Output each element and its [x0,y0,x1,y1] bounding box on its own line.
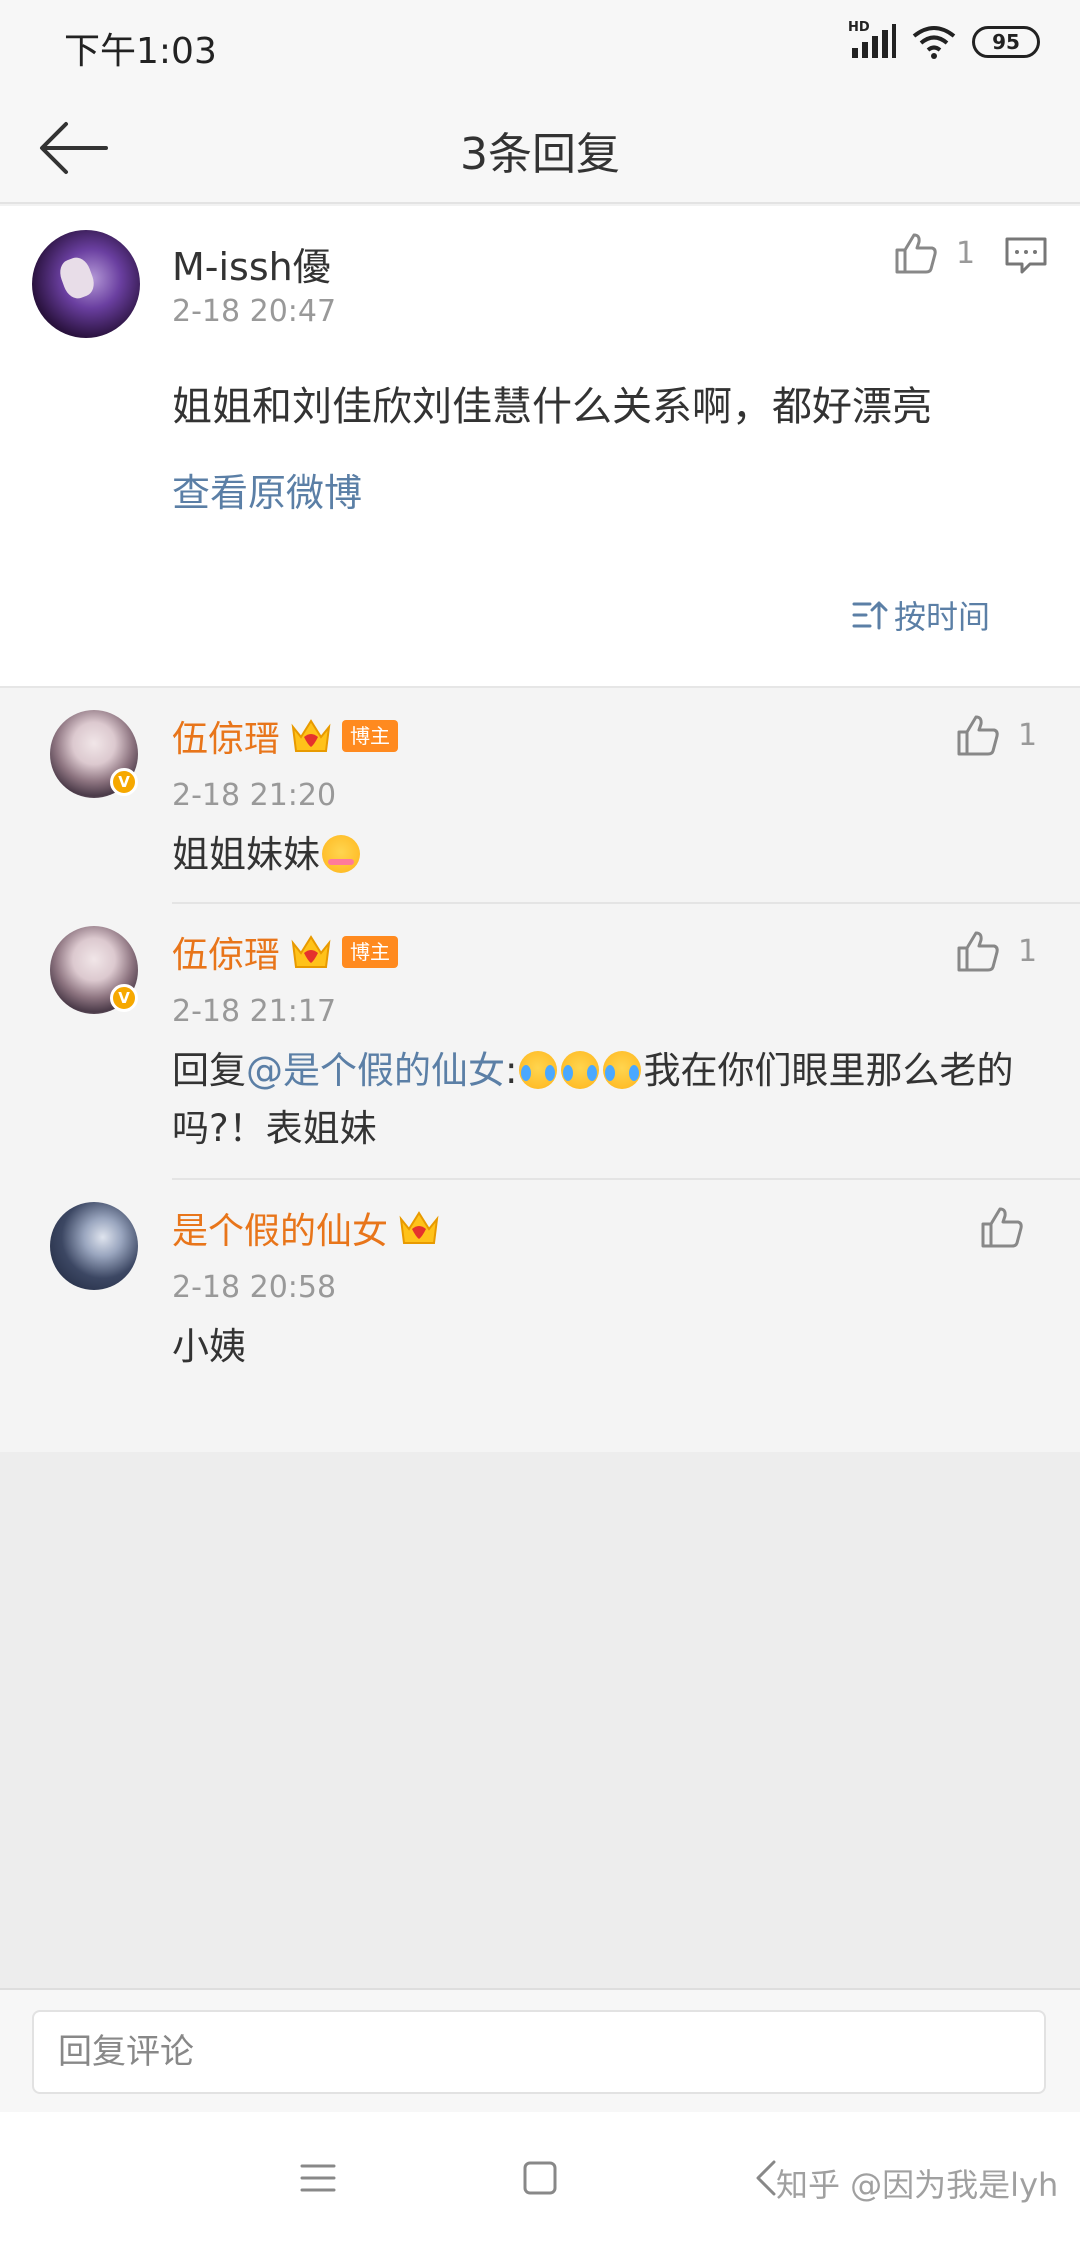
like-button[interactable] [980,1206,1024,1248]
blogger-badge: 博主 [342,936,399,968]
reply-username[interactable]: 伍倞瑨 [172,710,280,762]
crown-icon [291,719,331,752]
reply-text: 回复@是个假的仙女: 我在你们眼里那么老的吗?！表姐妹 [172,1042,1040,1158]
reply-username-row[interactable]: 伍倞瑨 博主 [172,926,399,978]
reply-input-bar [0,1988,1080,2112]
watermark: 知乎 @因为我是lyh [776,2166,1059,2204]
blogger-badge: 博主 [342,720,399,752]
comment-time: 2-18 20:47 [172,294,337,329]
like-count: 1 [956,235,976,271]
comment-username[interactable]: M-issh優 [172,236,331,291]
avatar[interactable] [50,1202,138,1290]
reply-text: 小姨 [172,1325,246,1368]
empty-area [0,1452,1080,1988]
reply-comment-input[interactable] [32,2010,1046,2094]
shy-emoji-icon [322,835,360,873]
reply-item: V 伍倞瑨 博主 2-18 21:20 1 姐姐妹妹 [0,688,1080,904]
verified-badge-icon: V [110,768,138,796]
like-count: 1 [1018,933,1038,969]
home-square-icon[interactable] [518,2156,562,2200]
reply-prefix: 回复 [172,1049,246,1092]
laugh-cry-emoji-icon [603,1051,642,1089]
sort-label: 按时间 [894,598,991,636]
wifi-icon [912,26,956,59]
menu-icon[interactable] [296,2156,340,2200]
reply-colon: : [505,1049,518,1092]
reply-time: 2-18 21:17 [172,994,337,1029]
laugh-cry-emoji-icon [519,1051,558,1089]
like-button[interactable]: 1 [956,930,1037,972]
reply-text: 姐姐妹妹 [172,826,1040,884]
crown-icon [291,935,331,968]
verified-badge-icon: V [110,984,138,1012]
comment-text: 姐姐和刘佳欣刘佳慧什么关系啊，都好漂亮 [172,384,932,430]
thumbs-up-icon [981,1207,1023,1248]
comment-icon[interactable] [1004,236,1048,276]
thumbs-up-icon [895,233,937,274]
signal-icon: HD [848,20,896,60]
reply-username-row[interactable]: 伍倞瑨 博主 [172,710,399,762]
page-title: 3条回复 [460,129,620,180]
battery-indicator: 95 [972,26,1040,58]
reply-text-body: 姐姐妹妹 [172,833,320,876]
like-button[interactable]: 1 [894,232,975,274]
reply-username[interactable]: 伍倞瑨 [172,926,280,978]
reply-username[interactable]: 是个假的仙女 [172,1202,388,1254]
sort-by-time-button[interactable]: 按时间 [852,592,990,638]
avatar[interactable] [32,230,140,338]
sort-icon [852,601,888,630]
nav-bar: 3条回复 [0,92,1080,204]
status-time: 下午1:03 [64,31,217,72]
reply-time: 2-18 21:20 [172,778,337,813]
view-original-link[interactable]: 查看原微博 [172,462,362,517]
mention-link[interactable]: @是个假的仙女 [246,1049,505,1092]
like-button[interactable]: 1 [956,714,1037,756]
thumbs-up-icon [957,715,999,756]
thumbs-up-icon [957,931,999,972]
main-comment: M-issh優 2-18 20:47 1 姐姐和刘佳欣刘佳慧什么关系啊，都好漂亮… [0,206,1080,686]
status-bar: 下午1:03 HD 95 [0,0,1080,92]
status-icons: HD 95 [848,20,1040,62]
like-count: 1 [1018,717,1038,753]
network-type-label: HD [848,20,870,35]
laugh-cry-emoji-icon [561,1051,600,1089]
crown-icon [399,1211,439,1244]
reply-list: V 伍倞瑨 博主 2-18 21:20 1 姐姐妹妹 V 伍倞瑨 博主 2-18… [0,686,1080,1452]
reply-time: 2-18 20:58 [172,1270,337,1305]
reply-item: 是个假的仙女 2-18 20:58 小姨 [0,1180,1080,1380]
reply-username-row[interactable]: 是个假的仙女 [172,1202,440,1254]
reply-item: V 伍倞瑨 博主 2-18 21:17 1 回复@是个假的仙女: 我在你们眼里那么… [0,904,1080,1180]
